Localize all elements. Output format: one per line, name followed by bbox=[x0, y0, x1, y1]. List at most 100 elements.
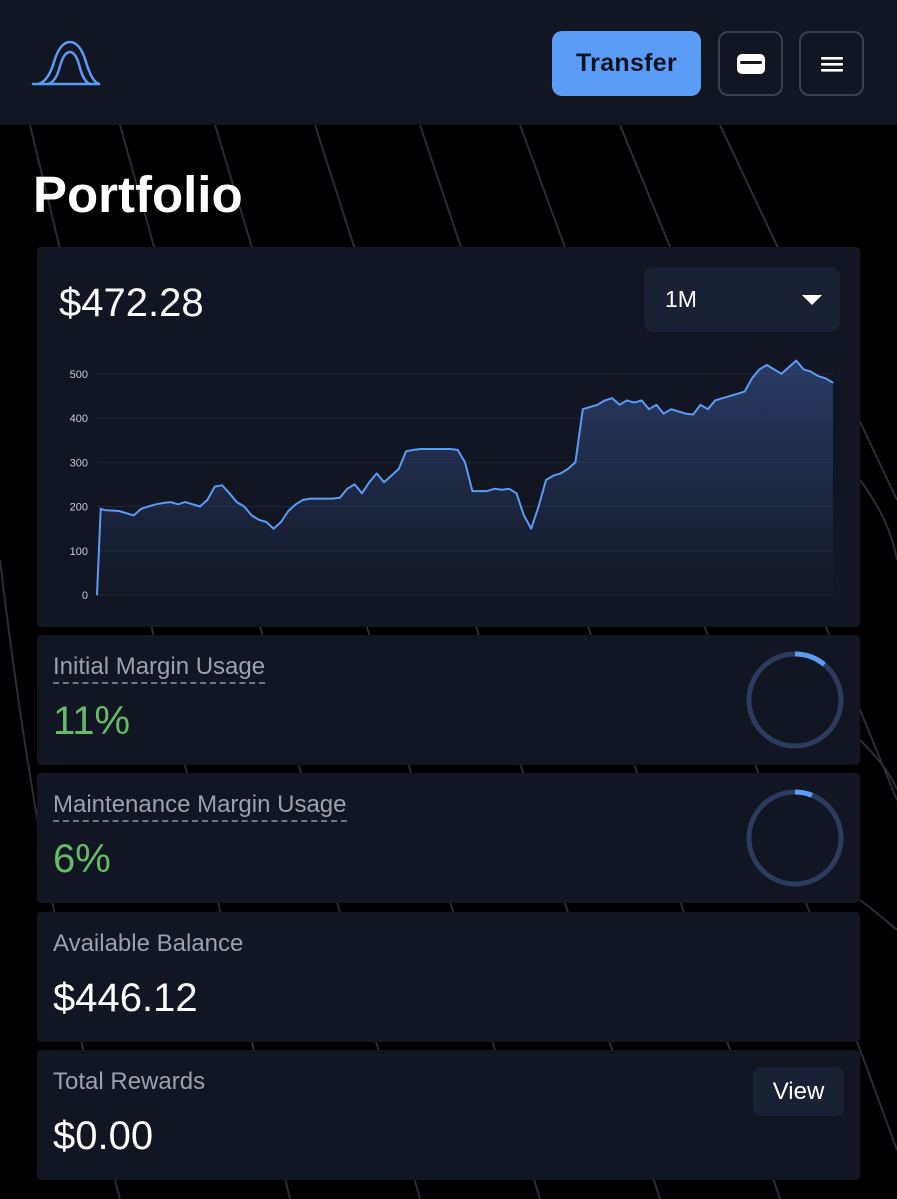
data-point bbox=[405, 450, 407, 452]
data-point bbox=[766, 364, 768, 366]
ring-track bbox=[746, 789, 844, 887]
available-balance-card: Available Balance $446.12 bbox=[37, 912, 860, 1042]
transfer-button[interactable]: Transfer bbox=[552, 31, 701, 96]
data-point bbox=[670, 408, 672, 410]
data-point bbox=[390, 475, 392, 477]
data-point bbox=[457, 449, 459, 451]
hamburger-menu-icon bbox=[820, 56, 843, 72]
data-point bbox=[258, 519, 260, 521]
portfolio-chart-card: $472.28 1M 0 100 200 300 400 500 bbox=[37, 247, 860, 627]
y-tick-label: 400 bbox=[70, 413, 88, 425]
data-point bbox=[699, 404, 702, 406]
data-point bbox=[780, 373, 783, 375]
total-rewards-label: Total Rewards bbox=[53, 1068, 206, 1095]
data-point bbox=[803, 368, 805, 370]
available-balance-value: $446.12 bbox=[53, 976, 198, 1020]
initial-margin-label[interactable]: Initial Margin Usage bbox=[53, 653, 266, 684]
data-point bbox=[677, 410, 680, 412]
data-point bbox=[420, 448, 422, 450]
app-logo-icon[interactable] bbox=[30, 38, 102, 88]
portfolio-area-chart[interactable]: 0 100 200 300 400 500 bbox=[37, 347, 860, 617]
data-point bbox=[346, 488, 348, 490]
data-point bbox=[155, 503, 157, 505]
data-point bbox=[648, 408, 650, 410]
top-header: Transfer bbox=[0, 0, 897, 125]
data-point bbox=[685, 413, 687, 415]
y-tick-label: 0 bbox=[82, 590, 88, 602]
data-point bbox=[773, 368, 775, 370]
data-point bbox=[663, 413, 665, 415]
data-point bbox=[147, 505, 150, 508]
data-point bbox=[744, 390, 746, 393]
data-point bbox=[641, 399, 643, 401]
data-point bbox=[751, 377, 753, 379]
wallet-button[interactable] bbox=[718, 31, 783, 96]
data-point bbox=[184, 501, 186, 503]
data-point bbox=[376, 472, 378, 474]
data-point bbox=[788, 366, 790, 368]
y-tick-label: 300 bbox=[70, 457, 88, 469]
data-point bbox=[501, 489, 503, 491]
data-point bbox=[567, 468, 569, 470]
time-range-select[interactable]: 1M bbox=[644, 267, 840, 332]
total-rewards-value: $0.00 bbox=[53, 1114, 154, 1158]
data-point bbox=[442, 448, 444, 450]
data-point bbox=[383, 481, 385, 483]
initial-margin-value: 11% bbox=[53, 699, 131, 743]
data-point bbox=[538, 505, 540, 508]
initial-margin-card: Initial Margin Usage 11% bbox=[37, 635, 860, 765]
data-point bbox=[221, 484, 223, 486]
data-point bbox=[251, 514, 253, 516]
data-point bbox=[339, 497, 341, 499]
data-point bbox=[758, 368, 761, 370]
data-point bbox=[331, 498, 334, 500]
data-point bbox=[545, 479, 547, 481]
data-point bbox=[508, 488, 510, 490]
data-point bbox=[317, 498, 319, 500]
data-point bbox=[523, 514, 525, 516]
maintenance-margin-value: 6% bbox=[53, 837, 111, 881]
data-point bbox=[427, 448, 429, 450]
data-point bbox=[486, 490, 488, 492]
data-point bbox=[214, 486, 216, 488]
data-point bbox=[412, 449, 415, 451]
data-point bbox=[170, 501, 172, 503]
data-point bbox=[133, 514, 135, 516]
data-point bbox=[714, 399, 716, 401]
data-point bbox=[722, 397, 724, 399]
ring-track bbox=[746, 651, 844, 749]
chevron-down-icon bbox=[802, 295, 822, 305]
data-point bbox=[324, 498, 326, 500]
data-point bbox=[96, 594, 98, 596]
data-point bbox=[596, 404, 599, 406]
available-balance-label: Available Balance bbox=[53, 930, 244, 957]
data-point bbox=[354, 483, 356, 485]
data-point bbox=[530, 528, 532, 530]
data-point bbox=[729, 395, 731, 397]
progress-ring-icon bbox=[746, 651, 844, 749]
data-point bbox=[361, 492, 363, 494]
data-point bbox=[280, 521, 282, 523]
portfolio-value: $472.28 bbox=[59, 281, 204, 325]
progress-ring-icon bbox=[746, 789, 844, 887]
view-rewards-button[interactable]: View bbox=[753, 1067, 844, 1116]
data-point bbox=[398, 468, 400, 470]
data-point bbox=[479, 490, 481, 492]
data-point bbox=[177, 503, 179, 505]
data-point bbox=[817, 375, 819, 377]
data-point bbox=[552, 475, 554, 477]
y-tick-label: 100 bbox=[70, 546, 88, 558]
data-point bbox=[103, 509, 105, 511]
data-point bbox=[626, 399, 628, 401]
data-point bbox=[192, 503, 194, 505]
data-point bbox=[633, 402, 635, 404]
total-rewards-card: Total Rewards $0.00 View bbox=[37, 1050, 860, 1180]
data-point bbox=[295, 503, 297, 505]
menu-button[interactable] bbox=[799, 31, 864, 96]
area-fill bbox=[97, 360, 833, 595]
data-point bbox=[707, 408, 709, 410]
data-point bbox=[273, 528, 275, 530]
maintenance-margin-label[interactable]: Maintenance Margin Usage bbox=[53, 791, 347, 822]
data-point bbox=[118, 510, 120, 512]
data-point bbox=[825, 377, 827, 379]
